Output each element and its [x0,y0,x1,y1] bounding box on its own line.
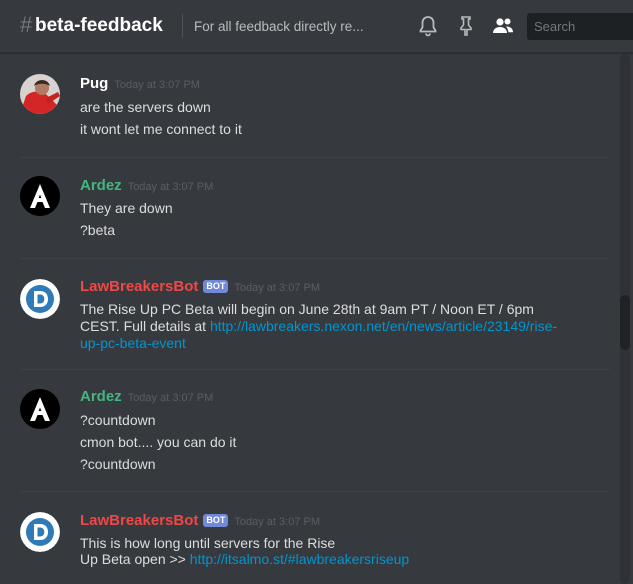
message-text: The Rise Up PC Beta will begin on June 2… [80,301,534,317]
message-text: ?countdown [80,412,156,428]
members-icon[interactable] [491,14,515,38]
message-text: up-pc-beta-event [80,334,186,352]
message-text: are the servers down [80,99,211,115]
author-name[interactable]: Pug [80,75,108,92]
message-link[interactable]: http://lawbreakers.nexon.net/en/news/art… [210,318,557,334]
author-name[interactable]: LawBreakersBot [80,512,198,529]
search-input[interactable]: Search [527,13,633,40]
timestamp: Today at 3:07 PM [127,392,214,404]
message-list: Pug Today at 3:07 PM are the servers down… [0,54,620,584]
message-divider [20,491,610,492]
message-text-part: Up Beta open >> [80,551,190,567]
message-text: cmon bot.... you can do it [80,434,237,450]
message-text: They are down [80,200,173,216]
message-link[interactable]: up-pc-beta-event [80,335,186,351]
avatar-ardez[interactable] [20,176,60,216]
pin-icon[interactable] [454,14,478,38]
message-link[interactable]: http://itsalmo.st/#lawbreakersriseup [190,551,409,567]
bell-icon[interactable] [416,14,440,38]
author-name[interactable]: Ardez [80,177,122,194]
avatar-lawbreakersbot[interactable] [20,512,60,552]
message-text: ?beta [80,222,116,238]
message-divider [20,369,610,370]
message-divider [20,258,610,259]
avatar-lawbreakersbot[interactable] [20,279,60,319]
author-line: Ardez Today at 3:07 PM [80,387,213,407]
author-line: LawBreakersBot BOT Today at 3:07 PM [80,511,320,531]
message-text-part: CEST. Full details at [80,318,210,334]
author-line: Pug Today at 3:07 PM [80,74,200,94]
bot-tag: BOT [203,280,229,293]
channel-name: beta-feedback [35,15,163,36]
author-name[interactable]: Ardez [80,388,122,405]
author-line: LawBreakersBot BOT Today at 3:07 PM [80,277,320,297]
scrollbar-thumb[interactable] [620,295,630,350]
message-text: it wont let me connect to it [80,121,242,137]
avatar-ardez[interactable] [20,389,60,429]
timestamp: Today at 3:07 PM [114,79,200,91]
header-divider [182,14,183,38]
channel-header: # beta-feedback For all feedback directl… [0,0,633,53]
author-name[interactable]: LawBreakersBot [80,278,198,295]
message-text: Up Beta open >> http://itsalmo.st/#lawbr… [80,550,409,568]
message-text: ?countdown [80,456,156,472]
channel-hash-icon: # [20,12,33,37]
bot-tag: BOT [203,514,229,527]
timestamp: Today at 3:07 PM [234,516,320,528]
message-divider [20,157,610,158]
timestamp: Today at 3:07 PM [234,282,320,294]
author-line: Ardez Today at 3:07 PM [80,176,213,196]
timestamp: Today at 3:07 PM [127,181,214,193]
avatar-pug[interactable] [20,74,60,114]
channel-topic[interactable]: For all feedback directly re... [194,18,369,36]
message-text: CEST. Full details at http://lawbreakers… [80,317,557,335]
